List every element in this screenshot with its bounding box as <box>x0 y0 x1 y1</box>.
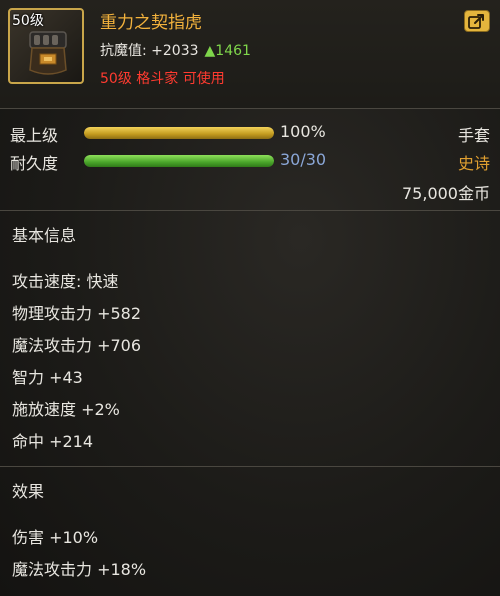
upgrade-bar-track <box>84 127 274 139</box>
equipment-slot: 手套 <box>457 126 490 145</box>
share-icon <box>468 14 484 29</box>
stat-line: 命中 +214 <box>12 432 94 451</box>
durability-bar-track <box>84 155 274 167</box>
knuckle-weapon-icon <box>29 31 67 75</box>
magic-resist-delta: ▲1461 <box>204 43 251 59</box>
basic-info-title: 基本信息 <box>12 226 77 245</box>
item-tooltip: 50级 重力之契指虎 抗魔值: +2033 ▲1461 50级 格斗家 可使用 <box>0 0 500 596</box>
class-requirement: 50级 格斗家 可使用 <box>100 71 225 87</box>
item-level-tag: 50级 <box>12 13 44 29</box>
magic-resist-value: 抗魔值: +2033 <box>100 43 199 59</box>
divider <box>0 108 500 109</box>
stat-line: 智力 +43 <box>12 368 83 387</box>
effect-line: 伤害 +10% <box>12 528 99 547</box>
durability-value: 30/30 <box>280 150 327 169</box>
durability-bar-fill <box>84 155 274 167</box>
upgrade-bar-row: 最上级 100% <box>10 122 490 145</box>
item-price: 75,000金币 <box>402 184 490 203</box>
stat-line: 攻击速度: 快速 <box>12 272 119 291</box>
durability-label: 耐久度 <box>10 154 59 173</box>
durability-bar-row: 耐久度 30/30 <box>10 150 490 173</box>
tooltip-header: 50级 重力之契指虎 抗魔值: +2033 ▲1461 50级 格斗家 可使用 <box>0 0 500 108</box>
effect-line: 魔法攻击力 +18% <box>12 560 147 579</box>
divider <box>0 466 500 467</box>
item-icon-frame: 50级 <box>8 8 84 84</box>
divider <box>0 210 500 211</box>
share-button[interactable] <box>464 10 490 32</box>
stat-line: 物理攻击力 +582 <box>12 304 142 323</box>
item-rarity: 史诗 <box>457 154 490 173</box>
stat-line: 施放速度 +2% <box>12 400 120 419</box>
item-name: 重力之契指虎 <box>100 13 202 33</box>
upgrade-bar-fill <box>84 127 274 139</box>
magic-resist-row: 抗魔值: +2033 ▲1461 <box>100 40 251 60</box>
upgrade-label: 最上级 <box>10 126 59 145</box>
stat-line: 魔法攻击力 +706 <box>12 336 142 355</box>
upgrade-value: 100% <box>280 122 326 141</box>
effects-title: 效果 <box>12 482 45 501</box>
